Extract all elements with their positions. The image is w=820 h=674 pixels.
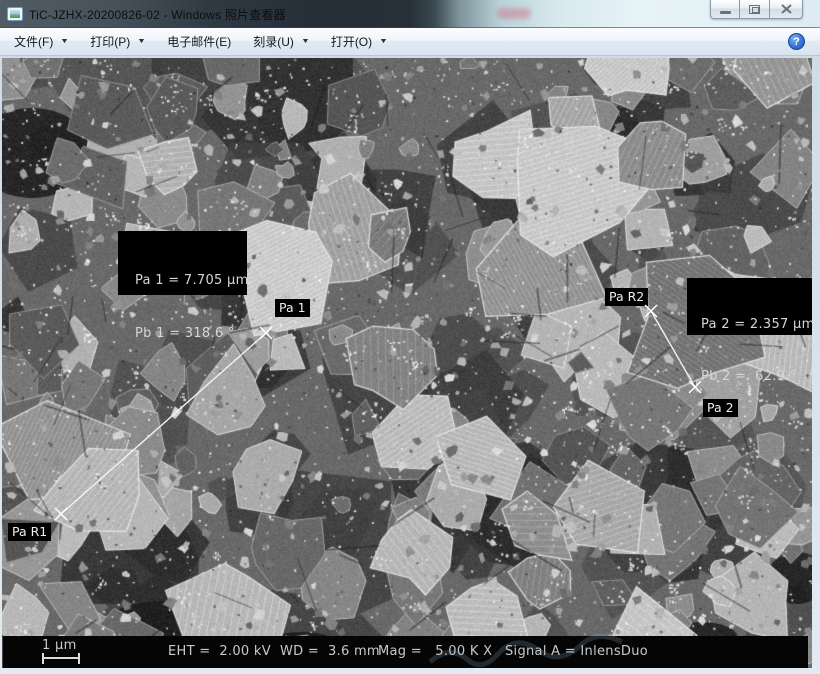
close-icon — [781, 4, 792, 14]
chevron-down-icon: ▼ — [137, 38, 146, 45]
menu-print[interactable]: 打印(P) ▼ — [86, 31, 149, 53]
pa1-tag: Pa 1 — [275, 299, 310, 317]
menu-file[interactable]: 文件(F) ▼ — [10, 31, 72, 53]
menu-email[interactable]: 电子邮件(E) — [163, 31, 235, 53]
signal-readout: Signal A = InlensDuo — [505, 644, 648, 659]
maximize-icon — [749, 5, 760, 14]
eht-readout: EHT = 2.00 kV — [168, 644, 271, 659]
chevron-down-icon: ▼ — [60, 38, 69, 45]
close-button[interactable] — [770, 0, 803, 19]
image-viewport: Pa 1 = 7.705 µm Pb 1 = 318.6 ° Pa 2 = 2.… — [0, 56, 820, 674]
watermark-smudge — [497, 8, 531, 19]
menu-open[interactable]: 打开(O) ▼ — [327, 31, 391, 53]
par2-tag: Pa R2 — [605, 288, 648, 306]
wd-readout: WD = 3.6 mm — [280, 644, 380, 659]
menubar: 文件(F) ▼ 打印(P) ▼ 电子邮件(E) 刻录(U) ▼ 打开(O) ▼ … — [0, 28, 820, 56]
scale-bar — [42, 653, 80, 664]
window-controls — [710, 0, 803, 19]
photo-viewer-window: TiC-JZHX-20200826-02 - Windows 照片查看器 文件(… — [0, 0, 820, 674]
chevron-down-icon: ▼ — [301, 38, 310, 45]
titlebar: TiC-JZHX-20200826-02 - Windows 照片查看器 — [0, 0, 820, 28]
minimize-icon — [720, 11, 731, 14]
maximize-button[interactable] — [740, 0, 770, 19]
photo-icon — [10, 10, 20, 18]
menu-email-label: 电子邮件(E) — [167, 33, 231, 50]
help-button[interactable]: ? — [788, 33, 805, 50]
minimize-button[interactable] — [710, 0, 740, 19]
app-icon[interactable] — [7, 7, 23, 21]
menu-file-label: 文件(F) — [14, 33, 53, 50]
window-title: TiC-JZHX-20200826-02 - Windows 照片查看器 — [29, 6, 286, 23]
pb2-value: Pb 2 = 62.9 ° — [701, 366, 812, 388]
chevron-down-icon: ▼ — [379, 38, 388, 45]
pa1-value: Pa 1 = 7.705 µm — [135, 269, 247, 292]
menu-open-label: 打开(O) — [331, 33, 372, 50]
pa2-tag: Pa 2 — [703, 399, 738, 417]
pa2-value: Pa 2 = 2.357 µm — [701, 314, 812, 336]
menu-burn-label: 刻录(U) — [253, 33, 294, 50]
mag-readout: Mag = 5.00 K X — [378, 644, 492, 659]
par1-tag: Pa R1 — [8, 523, 51, 541]
sem-micrograph-texture — [2, 58, 812, 668]
measurement-2-readout: Pa 2 = 2.357 µm Pb 2 = 62.9 ° — [687, 278, 812, 335]
menu-burn[interactable]: 刻录(U) ▼ — [249, 31, 313, 53]
measurement-1-readout: Pa 1 = 7.705 µm Pb 1 = 318.6 ° — [118, 231, 247, 295]
sem-image: Pa 1 = 7.705 µm Pb 1 = 318.6 ° Pa 2 = 2.… — [2, 58, 812, 668]
scale-label: 1 µm — [42, 638, 77, 653]
help-icon: ? — [793, 36, 800, 48]
menu-print-label: 打印(P) — [90, 33, 130, 50]
sem-infobar: 1 µm EHT = 2.00 kV WD = 3.6 mm Mag = 5.0… — [3, 636, 808, 668]
pb1-value: Pb 1 = 318.6 ° — [135, 322, 247, 345]
